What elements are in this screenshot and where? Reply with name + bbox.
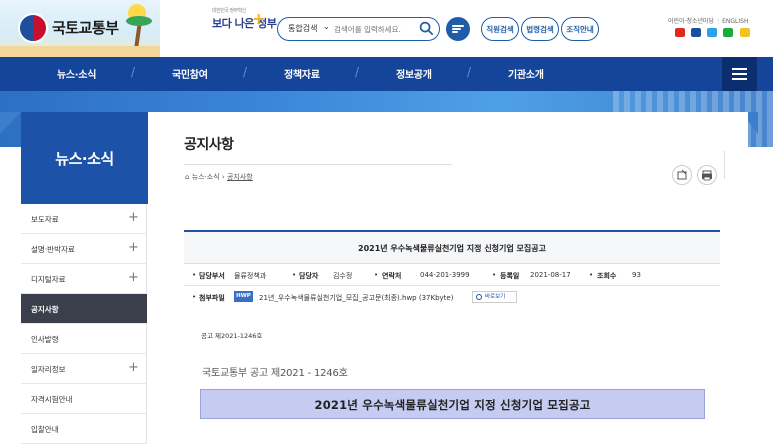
share-icon (677, 169, 687, 180)
twitter-icon[interactable] (707, 28, 717, 37)
better-government-text: 보다 나은 정부 (212, 17, 277, 30)
sidebar-item-jobs[interactable]: 일자리정보 + (21, 354, 147, 384)
english-link[interactable]: ENGLISH (722, 18, 748, 25)
notice-number: 공고 제2021-1246호 (201, 332, 263, 340)
plus-icon[interactable]: + (128, 360, 139, 375)
plus-icon[interactable]: + (128, 210, 139, 225)
title-divider (184, 164, 452, 165)
breadcrumb-current[interactable]: 공지사항 (227, 173, 253, 181)
views-value: 93 (632, 271, 641, 279)
hwp-file-icon: HWP (234, 291, 253, 302)
search-filter-button[interactable] (446, 17, 470, 41)
logo-link[interactable]: 국토교통부 (0, 0, 160, 57)
facebook-icon[interactable] (691, 28, 701, 37)
site-header: 국토교통부 대한민국 정부혁신 보다 나은 정부 + 통합검색 ⌄ 직원검색 법… (0, 0, 773, 57)
attachment-link[interactable]: 21년_우수녹색물류실천기업_모집_공고문(최종).hwp (37Kbyte) (259, 293, 453, 303)
preview-label: 바로보기 (485, 294, 506, 300)
search-scope-select[interactable]: 통합검색 (288, 23, 317, 34)
better-government-sub: 대한민국 정부혁신 (212, 8, 246, 14)
nav-divider: / (355, 65, 360, 79)
nav-divider: / (131, 65, 136, 79)
sidebar-item-bidding[interactable]: 입찰안내 (21, 414, 147, 444)
sidebar-title: 뉴스·소식 (55, 150, 114, 168)
attachment-row: • 첨부파일 HWP 21년_우수녹색물류실천기업_모집_공고문(최종).hwp… (184, 286, 720, 308)
breadcrumb-section[interactable]: 뉴스·소식 (192, 173, 220, 181)
sidebar-item-label: 인사발령 (31, 335, 59, 344)
share-button[interactable] (672, 165, 692, 185)
attach-label: 첨부파일 (199, 294, 225, 302)
better-government-logo[interactable]: 대한민국 정부혁신 보다 나은 정부 + (212, 8, 277, 31)
sidebar-item-label: 자격시험안내 (31, 395, 73, 404)
phone-label: 연락처 (382, 272, 402, 280)
plus-icon: + (252, 9, 265, 28)
date-label: 등록일 (500, 272, 520, 280)
search-input[interactable] (334, 22, 414, 36)
search-icon[interactable] (419, 21, 434, 36)
staff-search-button[interactable]: 직원검색 (481, 17, 519, 41)
dept-label: 담당부서 (199, 272, 225, 280)
plus-icon[interactable]: + (128, 270, 139, 285)
sidebar-item-personnel[interactable]: 인사발령 (21, 324, 147, 354)
sidebar-item-label: 일자리정보 (31, 365, 66, 374)
article-title: 2021년 우수녹색물류실천기업 지정 신청기업 모집공고 (358, 244, 546, 253)
sidebar-item-label: 설명·반박자료 (31, 245, 75, 254)
blog-icon[interactable] (723, 28, 733, 37)
nav-item-about[interactable]: 기관소개 (508, 66, 544, 81)
magnifier-icon (476, 294, 482, 300)
organization-guide-button[interactable]: 조직안내 (561, 17, 599, 41)
sidebar-item-label: 입찰안내 (31, 425, 59, 434)
law-search-button[interactable]: 법령검색 (521, 17, 559, 41)
youtube-icon[interactable] (675, 28, 685, 37)
government-emblem-icon (18, 13, 48, 43)
logo-text: 국토교통부 (52, 19, 119, 37)
nav-divider: / (467, 65, 472, 79)
sidebar-item-digital[interactable]: 디지털자료 + (21, 264, 147, 294)
phone-value: 044-201-3999 (420, 271, 470, 279)
notice-title-banner: 2021년 우수녹색물류실천기업 지정 신청기업 모집공고 (200, 389, 705, 419)
chevron-right-icon: › (221, 173, 225, 181)
nav-item-policy[interactable]: 정책자료 (284, 66, 320, 81)
banner-corner-left (0, 112, 21, 134)
tool-divider (724, 151, 725, 179)
kakao-icon[interactable] (740, 28, 750, 37)
print-button[interactable] (697, 165, 717, 185)
sidebar-menu: 보도자료 + 설명·반박자료 + 디지털자료 + 공지사항 인사발령 일자리정보… (21, 204, 147, 444)
sidebar-item-explanation[interactable]: 설명·반박자료 + (21, 234, 147, 264)
person-label: 담당자 (299, 272, 319, 280)
plus-icon[interactable]: + (128, 240, 139, 255)
leaf-icon (126, 16, 152, 26)
preview-button[interactable]: 바로보기 (472, 291, 517, 303)
sidebar-item-notice[interactable]: 공지사항 (21, 294, 147, 324)
chevron-down-icon[interactable]: ⌄ (323, 22, 330, 31)
utility-links: 어린이·청소년마당 | ENGLISH (668, 18, 749, 25)
search-box: 통합검색 ⌄ (277, 17, 440, 41)
views-label: 조회수 (597, 272, 617, 280)
main-navigation: 뉴스·소식 / 국민참여 / 정책자료 / 정보공개 / 기관소개 (0, 57, 773, 91)
sidebar-item-press[interactable]: 보도자료 + (21, 204, 147, 234)
sidebar-item-exam[interactable]: 자격시험안내 (21, 384, 147, 414)
dept-value: 물류정책과 (234, 272, 267, 280)
kids-link[interactable]: 어린이·청소년마당 (668, 18, 714, 25)
nav-divider: / (243, 65, 248, 79)
notice-title: 2021년 우수녹색물류실천기업 지정 신청기업 모집공고 (314, 398, 591, 412)
all-menu-button[interactable] (722, 57, 757, 91)
print-icon (702, 170, 712, 181)
sidebar-header: 뉴스·소식 (21, 112, 148, 204)
nav-item-news[interactable]: 뉴스·소식 (57, 66, 96, 81)
home-icon[interactable]: ⌂ (185, 173, 189, 181)
page-title: 공지사항 (184, 137, 234, 153)
person-value: 김수정 (333, 272, 353, 280)
sidebar-item-label: 보도자료 (31, 215, 59, 224)
article-info-row: • 담당부서 물류정책과 • 담당자 김수정 • 연락처 044-201-399… (184, 264, 720, 286)
beach-decoration (0, 46, 160, 57)
date-value: 2021-08-17 (530, 271, 571, 279)
sidebar-item-label: 디지털자료 (31, 275, 66, 284)
nav-item-participation[interactable]: 국민참여 (172, 66, 208, 81)
nav-item-disclosure[interactable]: 정보공개 (396, 66, 432, 81)
article-header: 2021년 우수녹색물류실천기업 지정 신청기업 모집공고 (184, 230, 720, 264)
breadcrumb: ⌂ 뉴스·소식 › 공지사항 (185, 172, 253, 182)
sidebar-item-label: 공지사항 (31, 305, 59, 314)
notice-ministry-line: 국토교통부 공고 제2021 - 1246호 (202, 368, 348, 379)
